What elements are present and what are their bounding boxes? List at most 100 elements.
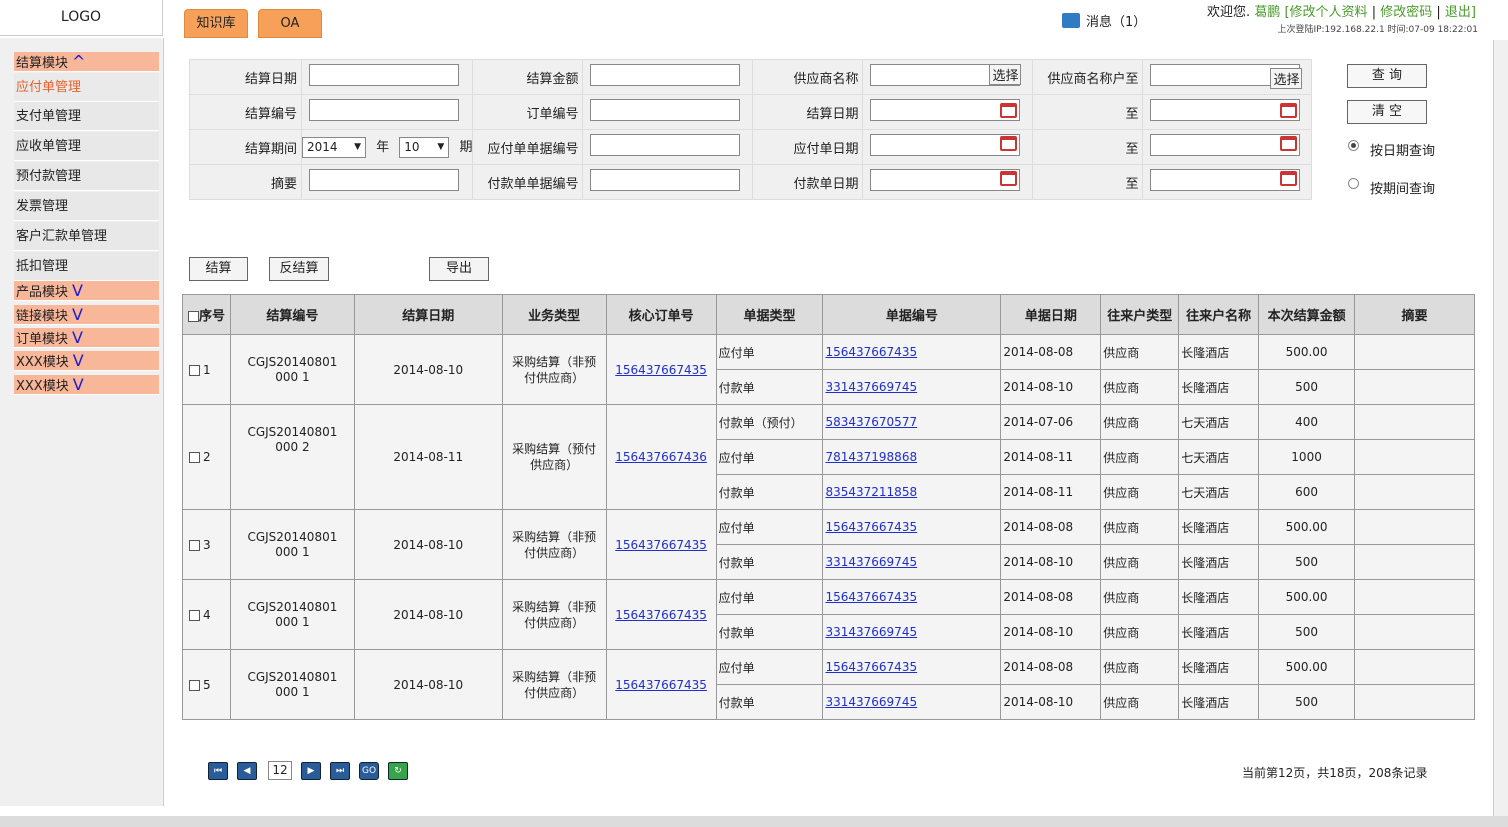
core-order-link-text[interactable]: 156437667435 [615,678,707,692]
sidebar-item-3[interactable]: 应收单管理 [14,132,159,161]
row-checkbox[interactable] [189,452,200,463]
settle-date-from-input[interactable] [870,99,1021,121]
settle-date-input[interactable] [309,64,459,86]
doc-no-link[interactable]: 156437667435 [822,649,1002,685]
doc-no-link-text[interactable]: 331437669745 [825,695,917,709]
change-password-link[interactable]: 修改密码 [1380,5,1432,20]
calendar-icon[interactable] [1000,171,1018,186]
doc-no-link-text[interactable]: 583437670577 [825,415,917,429]
expand-icon[interactable]: V [72,328,83,347]
payment-date-from-input[interactable] [870,169,1021,191]
supplier-select-button[interactable]: 选择 [989,64,1022,85]
calendar-icon[interactable] [1280,171,1298,186]
supplier-to-select-button[interactable]: 选择 [1270,68,1303,89]
first-page-icon[interactable]: ⏮ [208,761,228,780]
doc-no-link-text[interactable]: 331437669745 [825,625,917,639]
doc-no-link-text[interactable]: 331437669745 [825,555,917,569]
logout-link[interactable]: 退出] [1445,5,1476,20]
doc-no-link[interactable]: 331437669745 [822,544,1002,580]
prev-page-icon[interactable]: ◀ [237,761,257,780]
sidebar-item-5[interactable]: 发票管理 [14,192,159,221]
query-button[interactable]: 查 询 [1347,64,1427,88]
doc-no-link[interactable]: 331437669745 [822,684,1002,720]
message-link[interactable]: 消息（1） [1062,11,1146,30]
calendar-icon[interactable] [1280,103,1298,118]
sidebar-item-4[interactable]: 预付款管理 [14,162,159,191]
doc-no-link-text[interactable]: 156437667435 [825,590,917,604]
row-checkbox[interactable] [189,679,200,691]
settle-amount-input[interactable] [590,64,741,86]
select-all-checkbox[interactable] [187,311,199,322]
refresh-icon[interactable]: ↻ [388,761,408,780]
doc-no-link[interactable]: 331437669745 [822,369,1002,405]
calendar-icon[interactable] [1000,103,1018,118]
core-order-link[interactable]: 156437667435 [605,649,717,720]
calendar-icon[interactable] [1280,136,1298,151]
row-checkbox[interactable] [189,364,200,376]
row-checkbox[interactable] [189,539,200,551]
export-button[interactable]: 导出 [429,257,489,281]
doc-no-link-text[interactable]: 156437667435 [825,520,917,534]
sidebar-item-2[interactable]: 支付单管理 [14,102,159,131]
expand-icon[interactable]: V [73,351,84,370]
core-order-link-text[interactable]: 156437667435 [615,363,707,377]
radio-by-date[interactable] [1348,140,1359,151]
unsettle-button[interactable]: 反结算 [269,257,329,281]
doc-no-link[interactable]: 156437667435 [822,334,1002,370]
last-page-icon[interactable]: ⏭ [330,761,350,780]
core-order-link[interactable]: 156437667435 [605,509,717,580]
settle-date-to-input[interactable] [1150,99,1301,121]
row-checkbox[interactable] [189,609,200,621]
doc-no-link-text[interactable]: 156437667435 [825,345,917,359]
doc-no-link[interactable]: 583437670577 [822,404,1002,440]
doc-no-link[interactable]: 331437669745 [822,614,1002,650]
payable-date-to-input[interactable] [1150,134,1301,156]
page-input[interactable]: 12 [268,761,292,780]
payable-doc-no-input[interactable] [590,134,741,156]
payable-date-from-input[interactable] [870,134,1021,156]
doc-no-link-text[interactable]: 156437667435 [825,660,917,674]
clear-button[interactable]: 清 空 [1347,100,1427,124]
doc-no-link-text[interactable]: 781437198868 [825,450,917,464]
payment-doc-no-input[interactable] [590,169,741,191]
expand-icon[interactable]: V [72,281,83,300]
edit-profile-link[interactable]: [修改个人资料 [1284,5,1367,20]
expand-icon[interactable]: V [72,305,83,324]
doc-no-link-text[interactable]: 331437669745 [825,380,917,394]
sidebar-module-12[interactable]: XXX模块 V [14,375,159,395]
payment-date-to-input[interactable] [1150,169,1301,191]
doc-no-link[interactable]: 156437667435 [822,579,1002,615]
year-select[interactable]: 2014 ▼ [302,137,366,158]
next-page-icon[interactable]: ▶ [301,761,321,780]
core-order-link-text[interactable]: 156437667436 [615,450,707,464]
doc-no-link[interactable]: 835437211858 [822,474,1002,510]
core-order-link-text[interactable]: 156437667435 [615,608,707,622]
go-button[interactable]: GO [359,761,379,780]
sidebar-item-6[interactable]: 客户汇款单管理 [14,222,159,251]
core-order-link[interactable]: 156437667436 [605,404,717,510]
sidebar-module-9[interactable]: 链接模块 V [14,305,159,325]
summary-input[interactable] [309,169,459,191]
period-select[interactable]: 10 ▼ [399,137,450,158]
order-no-input[interactable] [590,99,741,121]
settle-button[interactable]: 结算 [189,257,248,281]
sidebar-module-0[interactable]: 结算模块 ^ [14,52,159,72]
calendar-icon[interactable] [1000,136,1018,151]
doc-no-link-text[interactable]: 835437211858 [825,485,917,499]
core-order-link[interactable]: 156437667435 [605,579,717,650]
sidebar-module-8[interactable]: 产品模块 V [14,281,159,301]
tab-knowledge[interactable]: 知识库 [184,9,248,38]
expand-icon[interactable]: V [73,375,84,394]
sidebar-item-7[interactable]: 抵扣管理 [14,252,159,281]
doc-no-link[interactable]: 781437198868 [822,439,1002,475]
sidebar-module-11[interactable]: XXX模块 V [14,351,159,371]
radio-by-period[interactable] [1348,178,1359,189]
collapse-icon[interactable]: ^ [72,52,85,71]
tab-oa[interactable]: OA [258,9,322,38]
sidebar-module-10[interactable]: 订单模块 V [14,328,159,348]
settle-no-input[interactable] [309,99,459,121]
doc-no-link[interactable]: 156437667435 [822,509,1002,545]
core-order-link-text[interactable]: 156437667435 [615,538,707,552]
core-order-link[interactable]: 156437667435 [605,334,717,405]
sidebar-item-1[interactable]: 应付单管理 [14,73,159,102]
